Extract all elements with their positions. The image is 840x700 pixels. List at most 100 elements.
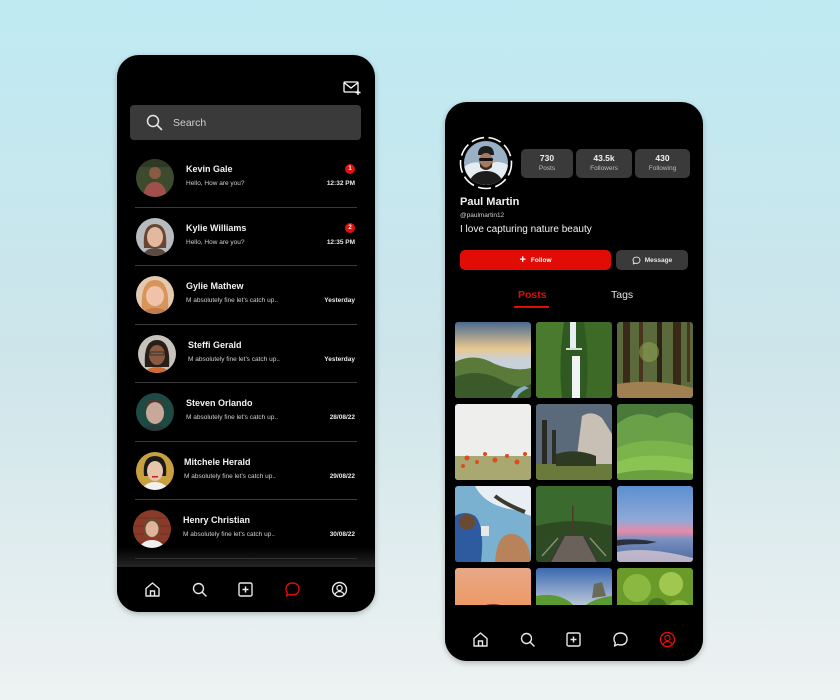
message-time: 29/08/22 [329, 472, 355, 480]
unread-badge: 2 [345, 222, 355, 233]
stat-label: Posts [538, 165, 556, 172]
message-time: 30/08/22 [329, 531, 355, 538]
message-preview: M absolutely fine let's catch up.. [186, 297, 278, 304]
avatar [138, 334, 176, 373]
plus-icon: + [519, 253, 526, 266]
post-thumbnail[interactable] [536, 404, 612, 480]
home-icon [473, 631, 488, 647]
post-thumbnail[interactable] [536, 486, 612, 562]
nav-home[interactable] [141, 579, 163, 601]
chat-list-item[interactable]: Steven Orlando M absolutely fine let's c… [117, 383, 375, 442]
nav-chat[interactable] [282, 579, 304, 601]
avatar [136, 393, 174, 431]
contact-name: Kylie Williams [186, 222, 247, 233]
chat-list: Kevin Gale Hello, How are you? 1 12:32 P… [117, 149, 375, 559]
profile-stats: 730 Posts 43.5k Followers 430 Following [521, 149, 690, 178]
scroll-fade [117, 547, 375, 567]
profile-name: Paul Martin [460, 196, 520, 208]
message-preview: M absolutely fine let's catch up.. [184, 472, 276, 480]
chat-list-item[interactable]: Steffi Gerald M absolutely fine let's ca… [117, 325, 375, 383]
search-icon [520, 632, 535, 647]
message-time: 12:35 PM [326, 238, 355, 246]
message-preview: Hello, How are you? [186, 238, 245, 246]
nav-search[interactable] [516, 628, 538, 650]
contact-name: Mitchele Herald [184, 456, 251, 467]
chat-icon [285, 582, 300, 597]
chat-list-item[interactable]: Kevin Gale Hello, How are you? 1 12:32 P… [117, 149, 375, 208]
post-thumbnail[interactable] [455, 322, 531, 398]
chat-icon [632, 256, 641, 264]
contact-name: Henry Christian [183, 515, 251, 525]
profile-handle: @paulmartin12 [460, 212, 505, 219]
home-icon [145, 582, 160, 597]
message-button[interactable]: Message [616, 250, 688, 270]
message-preview: M absolutely fine let's catch up.. [188, 355, 280, 363]
contact-name: Steven Orlando [186, 398, 253, 408]
stat-value: 43.5k [593, 153, 615, 163]
message-preview: M absolutely fine let's catch up.. [183, 531, 275, 538]
search-icon [192, 582, 207, 597]
chat-list-item[interactable]: Gylie Mathew M absolutely fine let's cat… [117, 266, 375, 325]
stat-label: Following [648, 165, 677, 172]
nav-chat[interactable] [610, 628, 632, 650]
message-preview: Hello, How are you? [186, 180, 245, 187]
chat-list-item[interactable]: Mitchele Herald M absolutely fine let's … [117, 442, 375, 500]
message-time: Yesterday [324, 355, 355, 363]
profile-icon [659, 631, 676, 647]
search-input[interactable]: Search [130, 105, 361, 140]
add-post-icon [566, 631, 582, 647]
avatar [136, 159, 174, 197]
contact-name: Gylie Mathew [186, 281, 244, 291]
new-message-button[interactable] [343, 80, 361, 96]
message-time: 12:32 PM [326, 180, 355, 187]
mail-plus-icon [343, 81, 361, 95]
nav-add-post[interactable] [563, 628, 585, 650]
avatar [136, 217, 174, 256]
follow-button[interactable]: + Follow [460, 250, 611, 270]
stat-value: 430 [655, 153, 670, 163]
message-time: 28/08/22 [329, 414, 355, 421]
contact-name: Kevin Gale [186, 164, 233, 174]
follow-label: Follow [530, 256, 552, 264]
avatar [136, 276, 174, 314]
nav-add-post[interactable] [235, 579, 257, 601]
avatar [136, 451, 174, 490]
posts-grid [455, 322, 693, 644]
post-thumbnail[interactable] [455, 486, 531, 562]
stat-value: 730 [539, 153, 555, 163]
add-post-icon [238, 582, 254, 597]
post-thumbnail[interactable] [455, 404, 531, 480]
profile-avatar-story[interactable] [459, 136, 513, 190]
nav-home[interactable] [469, 628, 491, 650]
stat-posts[interactable]: 730 Posts [521, 149, 573, 178]
messages-screen: Search Kevin Gale Hello, How are you? 1 … [117, 55, 375, 612]
profile-screen: 730 Posts 43.5k Followers 430 Following … [445, 102, 703, 661]
tab-posts[interactable]: Posts [518, 289, 547, 301]
post-thumbnail[interactable] [617, 404, 693, 480]
bottom-nav [445, 617, 703, 661]
post-thumbnail[interactable] [617, 486, 693, 562]
nav-profile[interactable] [329, 579, 351, 601]
profile-icon [331, 581, 348, 598]
stat-following[interactable]: 430 Following [635, 149, 690, 178]
chat-icon [613, 631, 628, 647]
chat-list-item[interactable]: Kylie Williams Hello, How are you? 2 12:… [117, 208, 375, 266]
nav-profile[interactable] [657, 628, 679, 650]
tab-tags[interactable]: Tags [611, 289, 633, 301]
message-label: Message [644, 256, 673, 264]
message-time: Yesterday [324, 297, 355, 304]
active-tab-indicator [514, 306, 549, 308]
contact-name: Steffi Gerald [188, 339, 242, 350]
profile-avatar [464, 141, 508, 185]
avatar [133, 510, 171, 548]
bottom-nav [117, 567, 375, 612]
search-placeholder: Search [173, 116, 207, 129]
nav-search[interactable] [188, 579, 210, 601]
stat-followers[interactable]: 43.5k Followers [576, 149, 632, 178]
search-icon [146, 114, 163, 131]
message-preview: M absolutely fine let's catch up.. [186, 414, 278, 421]
profile-bio: I love capturing nature beauty [460, 224, 592, 235]
post-thumbnail[interactable] [617, 322, 693, 398]
grid-overflow-mask [445, 605, 703, 617]
post-thumbnail[interactable] [536, 322, 612, 398]
